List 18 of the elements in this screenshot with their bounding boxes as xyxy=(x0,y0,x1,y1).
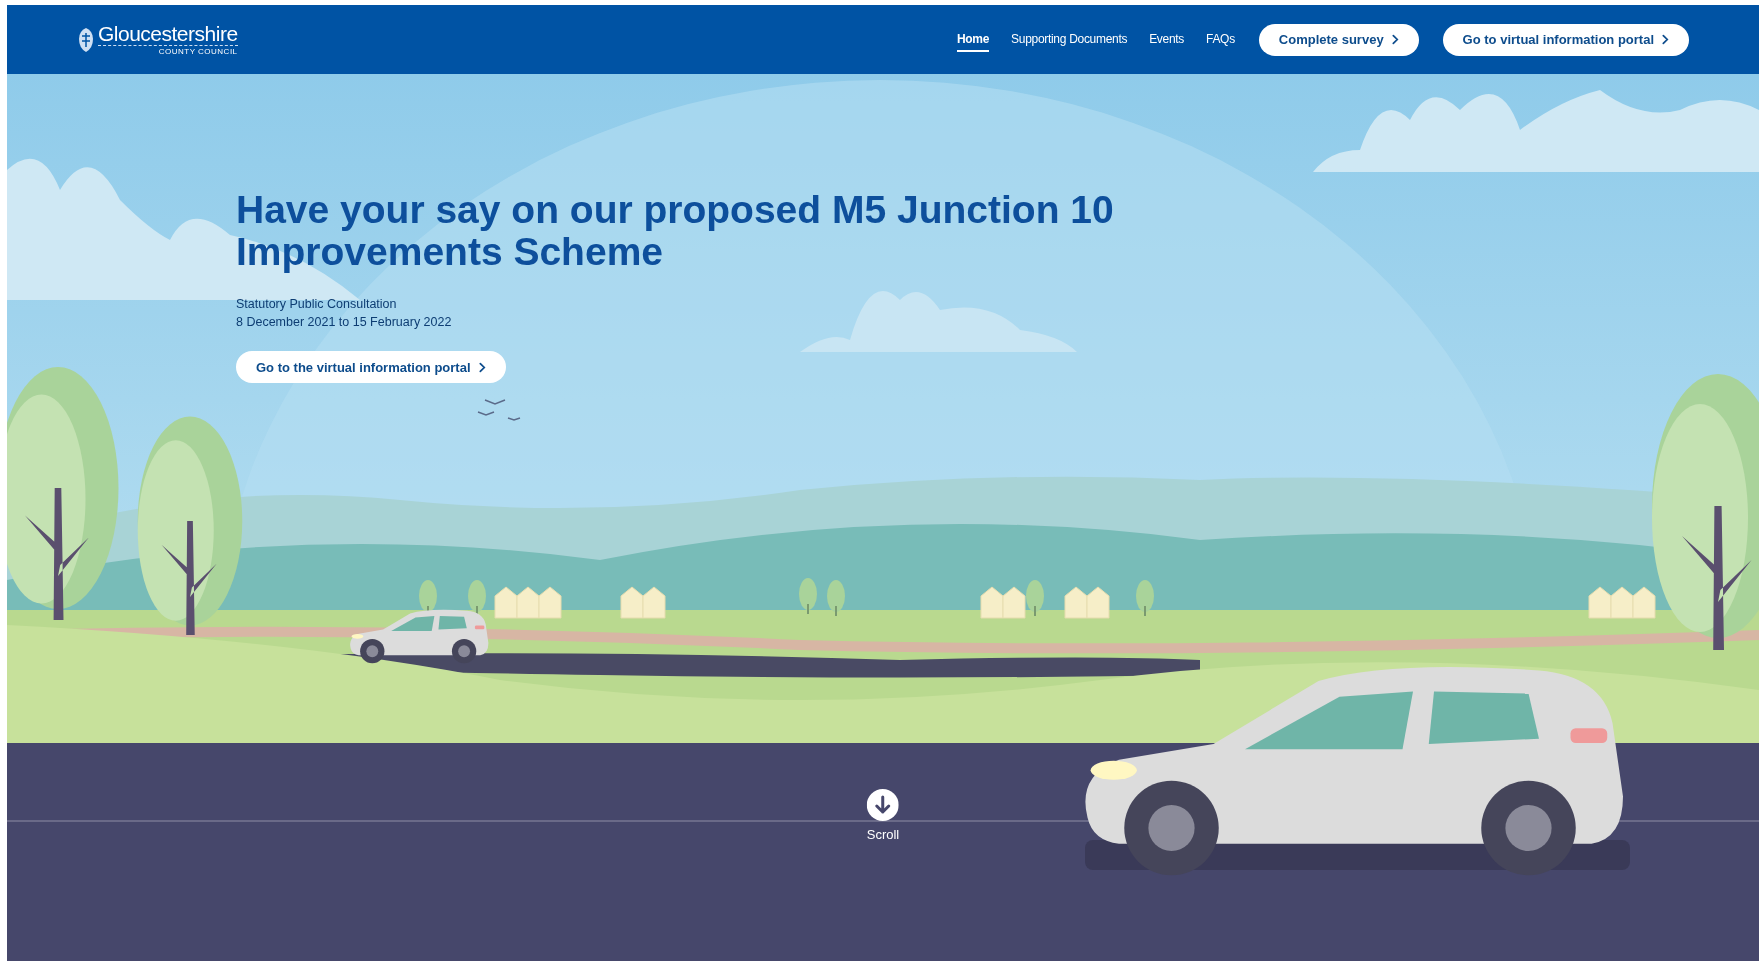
nav-link[interactable]: Supporting Documents xyxy=(1011,27,1128,52)
arrow-down-icon[interactable] xyxy=(867,789,899,821)
header-button[interactable]: Complete survey xyxy=(1258,23,1419,56)
scroll-label: Scroll xyxy=(866,827,900,842)
chevron-icon xyxy=(1662,34,1669,45)
chevron-icon xyxy=(478,361,486,373)
hero-heading: Have your say on our proposed M5 Junction 10 Improvements Scheme xyxy=(236,189,1115,273)
nav-link[interactable]: FAQs xyxy=(1206,27,1235,52)
header-button[interactable]: Go to virtual information portal xyxy=(1442,23,1689,56)
consultation-dates: 8 December 2021 to 15 February 2022 xyxy=(236,314,452,331)
nav-link[interactable]: Home xyxy=(956,27,990,52)
chevron-icon xyxy=(1391,34,1399,45)
logo-subtitle: COUNTY COUNCIL xyxy=(158,47,238,56)
logo-wordmark[interactable]: Gloucestershire xyxy=(98,23,238,46)
consultation-type: Statutory Public Consultation xyxy=(236,296,398,313)
portal-button[interactable]: Go to the virtual information portal xyxy=(236,351,506,383)
crest-icon xyxy=(77,26,95,53)
nav-link[interactable]: Events xyxy=(1149,27,1185,52)
